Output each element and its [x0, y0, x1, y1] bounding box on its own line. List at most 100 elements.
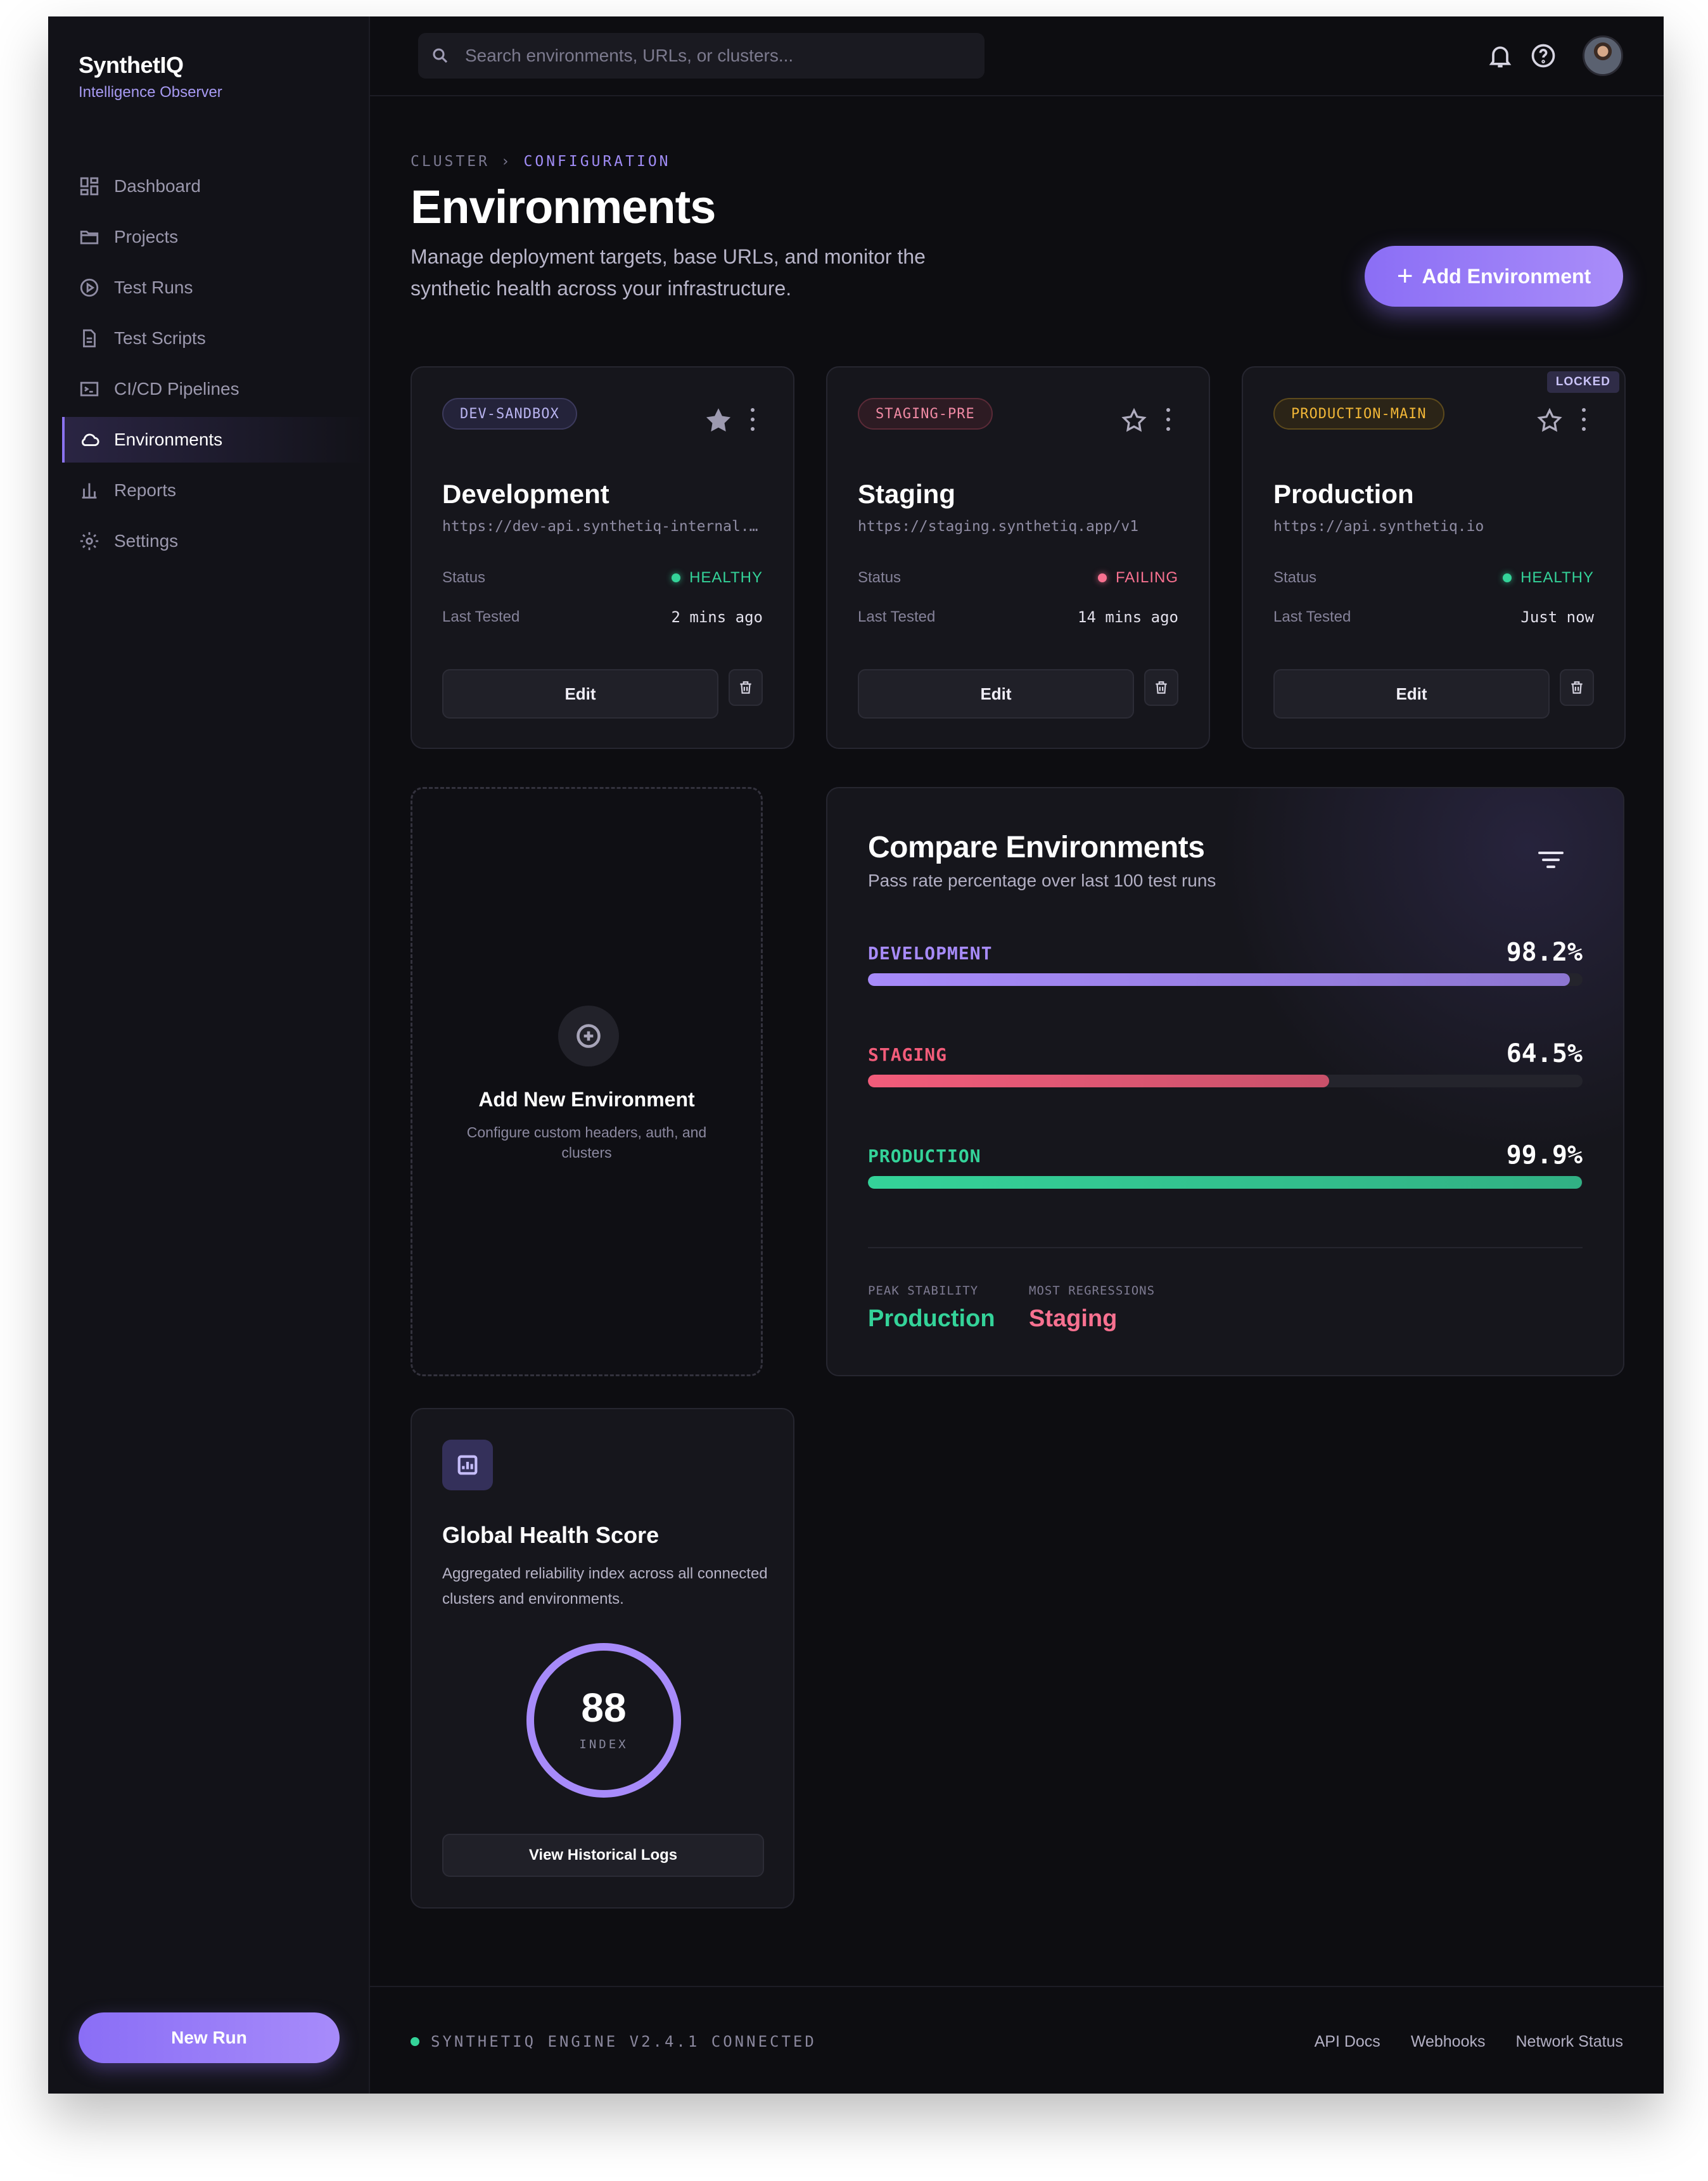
filter-icon[interactable]	[1538, 852, 1564, 871]
engine-status: SYNTHETIQ ENGINE V2.4.1 CONNECTED	[411, 2033, 817, 2050]
breadcrumb-separator: ›	[500, 153, 513, 170]
topbar	[370, 16, 1664, 96]
divider	[868, 1247, 1583, 1248]
delete-button[interactable]	[1144, 669, 1178, 706]
edit-button[interactable]: Edit	[1273, 669, 1550, 719]
bell-icon	[1489, 46, 1512, 68]
sidebar-item-dashboard[interactable]: Dashboard	[62, 163, 369, 209]
compare-environments-panel: Compare Environments Pass rate percentag…	[826, 787, 1624, 1376]
sidebar-item-test-scripts[interactable]: Test Scripts	[62, 316, 369, 361]
bar-label: PRODUCTION	[868, 1146, 981, 1167]
connection-dot-icon	[411, 2037, 419, 2046]
add-new-environment-card[interactable]: Add New Environment Configure custom hea…	[411, 787, 763, 1376]
footer: SYNTHETIQ ENGINE V2.4.1 CONNECTED API Do…	[370, 1986, 1664, 2094]
footer-link-network-status[interactable]: Network Status	[1515, 2033, 1623, 2051]
most-regressions-value: Staging	[1029, 1305, 1118, 1332]
help-button[interactable]	[1529, 42, 1557, 70]
delete-button[interactable]	[1560, 669, 1594, 706]
star-icon[interactable]	[1536, 407, 1564, 435]
view-historical-logs-button[interactable]: View Historical Logs	[442, 1834, 764, 1877]
status-badge: FAILING	[1097, 569, 1178, 587]
bar-value: 98.2%	[1506, 938, 1583, 967]
health-description: Aggregated reliability index across all …	[442, 1565, 768, 1608]
search-input[interactable]	[465, 46, 972, 66]
sidebar-item-settings[interactable]: Settings	[62, 518, 369, 564]
main-area: CLUSTER › CONFIGURATION Environments Man…	[370, 16, 1664, 2094]
sidebar-item-test-runs[interactable]: Test Runs	[62, 265, 369, 310]
environment-card-development: DEV-SANDBOX Development https://dev-api.…	[411, 366, 794, 749]
folder-icon	[80, 231, 99, 245]
bar-chart-icon	[82, 483, 97, 499]
status-text: HEALTHY	[689, 569, 763, 586]
environment-url: https://staging.synthetiq.app/v1	[858, 518, 1139, 535]
peak-stability-label: PEAK STABILITY	[868, 1284, 979, 1298]
sidebar-item-reports[interactable]: Reports	[62, 468, 369, 513]
sidebar-item-label: Test Scripts	[114, 328, 206, 348]
most-regressions-stat: MOST REGRESSIONS Staging	[1029, 1284, 1155, 1333]
peak-stability-value: Production	[868, 1305, 995, 1332]
footer-links: API Docs Webhooks Network Status	[1284, 2033, 1623, 2051]
bar-fill	[868, 973, 1570, 986]
search-icon	[433, 48, 448, 63]
topbar-actions	[1471, 35, 1623, 76]
status-row: Status HEALTHY	[1273, 569, 1594, 587]
chart-square-icon	[442, 1440, 493, 1490]
compare-title: Compare Environments	[868, 831, 1205, 864]
sidebar-item-label: Test Runs	[114, 278, 193, 297]
last-tested-row: Last Tested Just now	[1273, 608, 1594, 626]
star-icon[interactable]	[704, 407, 732, 435]
health-score-ring: 88 INDEX	[525, 1641, 683, 1800]
status-badge: HEALTHY	[672, 569, 763, 587]
brand-subtitle: Intelligence Observer	[79, 84, 222, 101]
status-text: FAILING	[1115, 569, 1178, 586]
environment-url: https://api.synthetiq.io	[1273, 518, 1484, 535]
last-tested-label: Last Tested	[442, 608, 520, 625]
more-options-icon[interactable]	[1579, 408, 1589, 431]
more-options-icon[interactable]	[1163, 408, 1173, 431]
gear-icon	[80, 532, 99, 551]
last-tested-label: Last Tested	[858, 608, 936, 625]
footer-link-webhooks[interactable]: Webhooks	[1411, 2033, 1486, 2051]
sidebar-item-cicd-pipelines[interactable]: CI/CD Pipelines	[62, 366, 369, 412]
bar-track	[868, 1075, 1583, 1087]
last-tested-value: 2 mins ago	[671, 608, 763, 626]
health-title: Global Health Score	[442, 1522, 660, 1548]
notifications-button[interactable]	[1486, 42, 1514, 70]
add-environment-button[interactable]: + Add Environment	[1365, 246, 1623, 307]
bar-track	[868, 1176, 1583, 1189]
document-icon	[83, 329, 96, 348]
sidebar-item-label: Environments	[114, 430, 223, 449]
most-regressions-label: MOST REGRESSIONS	[1029, 1284, 1156, 1298]
compare-subtitle: Pass rate percentage over last 100 test …	[868, 871, 1216, 890]
sidebar-item-label: Dashboard	[114, 176, 201, 196]
breadcrumb: CLUSTER › CONFIGURATION	[411, 153, 671, 170]
delete-button[interactable]	[729, 669, 763, 706]
brand: SynthetIQ Intelligence Observer	[79, 52, 222, 101]
status-row: Status FAILING	[858, 569, 1178, 587]
footer-link-api-docs[interactable]: API Docs	[1315, 2033, 1380, 2051]
page-title: Environments	[411, 181, 716, 233]
new-run-button[interactable]: New Run	[79, 2012, 340, 2063]
status-label: Status	[858, 569, 902, 586]
trash-icon	[1571, 681, 1583, 694]
status-dot-icon	[672, 573, 681, 582]
status-badge: HEALTHY	[1503, 569, 1594, 587]
edit-button[interactable]: Edit	[858, 669, 1134, 719]
bar-fill	[868, 1176, 1582, 1189]
app-window: SynthetIQ Intelligence Observer Dashboar…	[48, 16, 1664, 2094]
breadcrumb-root[interactable]: CLUSTER	[411, 153, 490, 170]
last-tested-label: Last Tested	[1273, 608, 1351, 625]
environment-tag: DEV-SANDBOX	[442, 398, 577, 430]
sidebar-item-environments[interactable]: Environments	[62, 417, 369, 463]
more-options-icon[interactable]	[748, 408, 758, 431]
sidebar-item-projects[interactable]: Projects	[62, 214, 369, 260]
environment-url: https://dev-api.synthetiq-internal.com	[442, 518, 765, 535]
locked-badge: LOCKED	[1546, 371, 1619, 393]
breadcrumb-current: CONFIGURATION	[523, 153, 671, 170]
avatar[interactable]	[1583, 35, 1623, 76]
dashboard-icon	[80, 177, 99, 196]
status-label: Status	[442, 569, 486, 586]
star-icon[interactable]	[1120, 407, 1148, 435]
search-box[interactable]	[418, 33, 985, 79]
edit-button[interactable]: Edit	[442, 669, 718, 719]
